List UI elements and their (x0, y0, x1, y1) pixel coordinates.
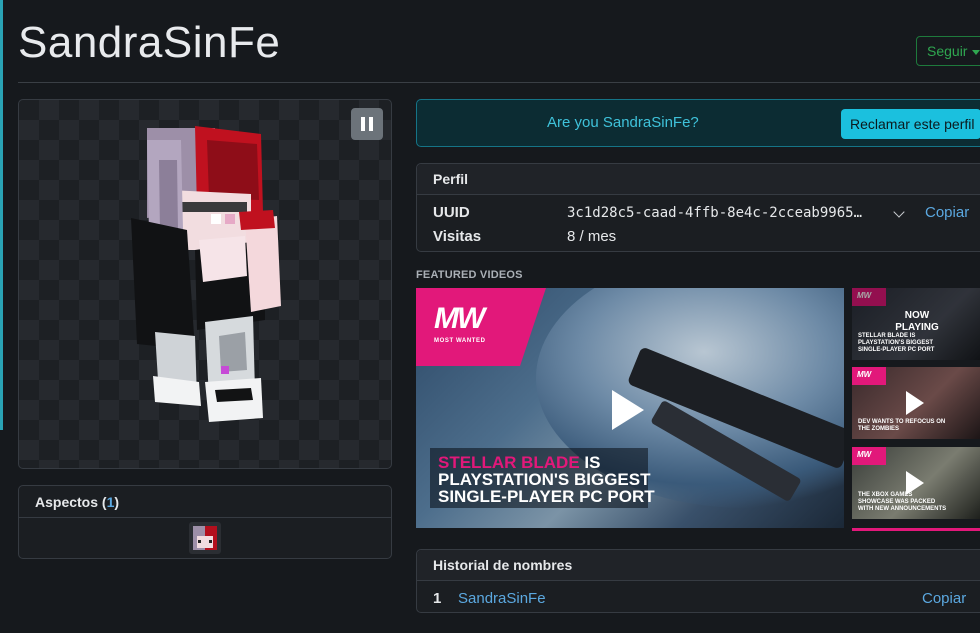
aspects-header: Aspectos (1) (19, 486, 391, 518)
skin-thumbnail[interactable] (189, 522, 221, 554)
claim-profile-button[interactable]: Reclamar este perfil (841, 109, 980, 139)
profile-card: Perfil UUID 3c1d28c5-caad-4ffb-8e4c-2cce… (416, 163, 980, 252)
skin-model (131, 126, 281, 422)
video-thumbnail[interactable]: MW NOW PLAYING STELLAR BLADE IS PLAYSTAT… (852, 288, 980, 360)
visits-value: 8 / mes (567, 228, 617, 245)
history-name-link[interactable]: SandraSinFe (458, 590, 546, 607)
video-thumbnail[interactable]: MW DEV WANTS TO REFOCUS ON THE ZOMBIES (852, 367, 980, 439)
chevron-down-icon[interactable] (893, 206, 905, 218)
mw-logo-subtitle: MOST WANTED (434, 338, 486, 344)
featured-videos-label: FEATURED VIDEOS (416, 269, 523, 281)
header-divider (18, 82, 980, 83)
page-title: SandraSinFe (18, 18, 281, 67)
claim-profile-banner: Are you SandraSinFe? Reclamar este perfi… (416, 99, 980, 147)
name-history-title: Historial de nombres (417, 550, 980, 581)
name-history-card: Historial de nombres 1 SandraSinFe Copia… (416, 549, 980, 613)
mw-logo-banner: MW MOST WANTED (416, 288, 546, 366)
now-playing-label: NOW PLAYING (895, 310, 939, 333)
profile-card-title: Perfil (417, 164, 980, 195)
chevron-down-icon (972, 49, 980, 55)
aspects-panel: Aspectos (1) (18, 485, 392, 559)
copy-uuid-link[interactable]: Copiar (925, 204, 969, 221)
video-thumbnail[interactable]: MW THE XBOX GAMES SHOWCASE WAS PACKED WI… (852, 447, 980, 519)
uuid-value[interactable]: 3c1d28c5-caad-4ffb-8e4c-2cceab9965… (567, 205, 889, 221)
play-icon[interactable] (612, 390, 644, 430)
uuid-label: UUID (433, 204, 470, 221)
history-index: 1 (433, 590, 442, 607)
follow-label: Seguir (927, 43, 968, 59)
left-edge-strip (0, 0, 3, 430)
follow-dropdown-button[interactable]: Seguir (916, 36, 980, 66)
claim-question: Are you SandraSinFe? (547, 114, 699, 131)
copy-name-link[interactable]: Copiar (922, 590, 966, 607)
visits-label: Visitas (433, 228, 482, 245)
featured-video-player[interactable]: MW MOST WANTED STELLAR BLADE IS PLAYSTAT… (416, 288, 844, 528)
video-headline: STELLAR BLADE IS PLAYSTATION'S BIGGEST S… (438, 453, 655, 506)
skin-viewer[interactable] (18, 99, 392, 469)
play-icon (906, 391, 924, 415)
mw-logo: MW (434, 302, 485, 335)
